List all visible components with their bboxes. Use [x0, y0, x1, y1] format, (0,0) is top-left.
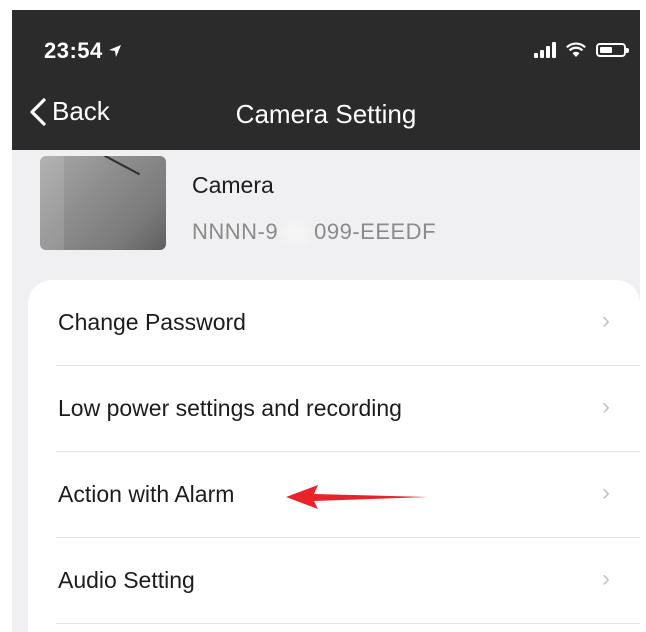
device-id-suffix: 099-EEEDF — [314, 218, 437, 244]
redaction-blur — [280, 218, 313, 248]
status-time: 23:54 — [44, 38, 123, 64]
settings-menu: Change Password › Low power settings and… — [28, 280, 640, 632]
menu-item-audio-setting[interactable]: Audio Setting › — [28, 538, 640, 624]
signal-bars-icon — [534, 42, 556, 58]
page-title: Camera Setting — [235, 99, 417, 129]
chevron-right-icon: › — [602, 479, 610, 506]
divider — [56, 623, 640, 624]
camera-thumbnail[interactable] — [40, 156, 166, 250]
device-name: Camera — [192, 172, 274, 198]
menu-item-label: Audio Setting — [58, 567, 195, 593]
status-icons — [534, 38, 629, 62]
status-time-text: 23:54 — [44, 38, 103, 63]
red-arrow-annotation-icon — [286, 485, 428, 509]
menu-item-label: Change Password — [58, 309, 246, 335]
menu-item-label: Action with Alarm — [58, 481, 235, 507]
menu-item-low-power-settings[interactable]: Low power settings and recording › — [28, 366, 640, 452]
navigation-header: 23:54 Back Camera Setting — [12, 10, 640, 150]
chevron-right-icon: › — [602, 565, 610, 592]
wifi-icon — [566, 42, 586, 57]
menu-item-change-password[interactable]: Change Password › — [28, 280, 640, 366]
battery-icon — [596, 43, 629, 57]
device-id: NNNN-9 099-EEEDF — [192, 218, 436, 248]
device-id-prefix: NNNN-9 — [192, 218, 279, 244]
location-arrow-icon — [108, 45, 121, 57]
device-header: Camera NNNN-9 099-EEEDF — [12, 150, 640, 280]
menu-item-label: Low power settings and recording — [58, 395, 402, 421]
chevron-right-icon: › — [602, 393, 610, 420]
phone-screen: 23:54 Back Camera Setting Camera NNNN-9 0… — [12, 10, 640, 632]
chevron-right-icon: › — [602, 307, 610, 334]
